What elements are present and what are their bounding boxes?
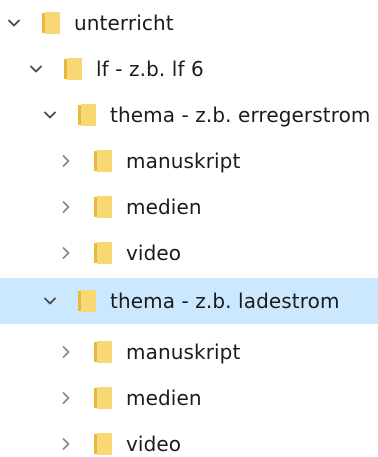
tree-item-manuskript[interactable]: manuskript xyxy=(0,138,378,184)
folder-icon xyxy=(78,290,96,312)
tree-item-medien[interactable]: medien xyxy=(0,184,378,230)
tree-item-label: manuskript xyxy=(126,340,241,364)
tree-item-manuskript[interactable]: manuskript xyxy=(0,329,378,375)
tree-item-label: medien xyxy=(126,386,202,410)
folder-icon xyxy=(42,12,60,34)
chevron-down-icon[interactable] xyxy=(28,61,44,77)
chevron-right-icon[interactable] xyxy=(58,245,74,261)
tree-item-lf[interactable]: lf - z.b. lf 6 xyxy=(0,46,378,92)
tree-item-label: thema - z.b. erregerstrom xyxy=(110,103,371,127)
tree-item-unterricht[interactable]: unterricht xyxy=(0,0,378,46)
folder-icon xyxy=(94,196,112,218)
tree-item-label: thema - z.b. ladestrom xyxy=(110,289,340,313)
tree-item-video[interactable]: video xyxy=(0,421,378,457)
chevron-down-icon[interactable] xyxy=(42,293,58,309)
folder-icon xyxy=(78,104,96,126)
tree-item-thema-erregerstrom[interactable]: thema - z.b. erregerstrom xyxy=(0,92,378,138)
tree-item-label: unterricht xyxy=(74,11,174,35)
tree-item-label: manuskript xyxy=(126,149,241,173)
chevron-right-icon[interactable] xyxy=(58,436,74,452)
folder-icon xyxy=(94,387,112,409)
chevron-down-icon[interactable] xyxy=(42,107,58,123)
tree-item-video[interactable]: video xyxy=(0,230,378,276)
tree-item-label: video xyxy=(126,241,182,265)
chevron-right-icon[interactable] xyxy=(58,390,74,406)
folder-icon xyxy=(94,242,112,264)
chevron-right-icon[interactable] xyxy=(58,344,74,360)
folder-icon xyxy=(64,58,82,80)
tree-item-label: video xyxy=(126,432,182,456)
tree-item-thema-ladestrom[interactable]: thema - z.b. ladestrom xyxy=(0,278,378,324)
chevron-right-icon[interactable] xyxy=(58,199,74,215)
chevron-right-icon[interactable] xyxy=(58,153,74,169)
folder-tree: unterricht lf - z.b. lf 6 thema - z.b. e… xyxy=(0,0,378,457)
tree-item-label: medien xyxy=(126,195,202,219)
folder-icon xyxy=(94,341,112,363)
tree-item-medien[interactable]: medien xyxy=(0,375,378,421)
chevron-down-icon[interactable] xyxy=(6,15,22,31)
folder-icon xyxy=(94,433,112,455)
tree-item-label: lf - z.b. lf 6 xyxy=(96,57,204,81)
folder-icon xyxy=(94,150,112,172)
